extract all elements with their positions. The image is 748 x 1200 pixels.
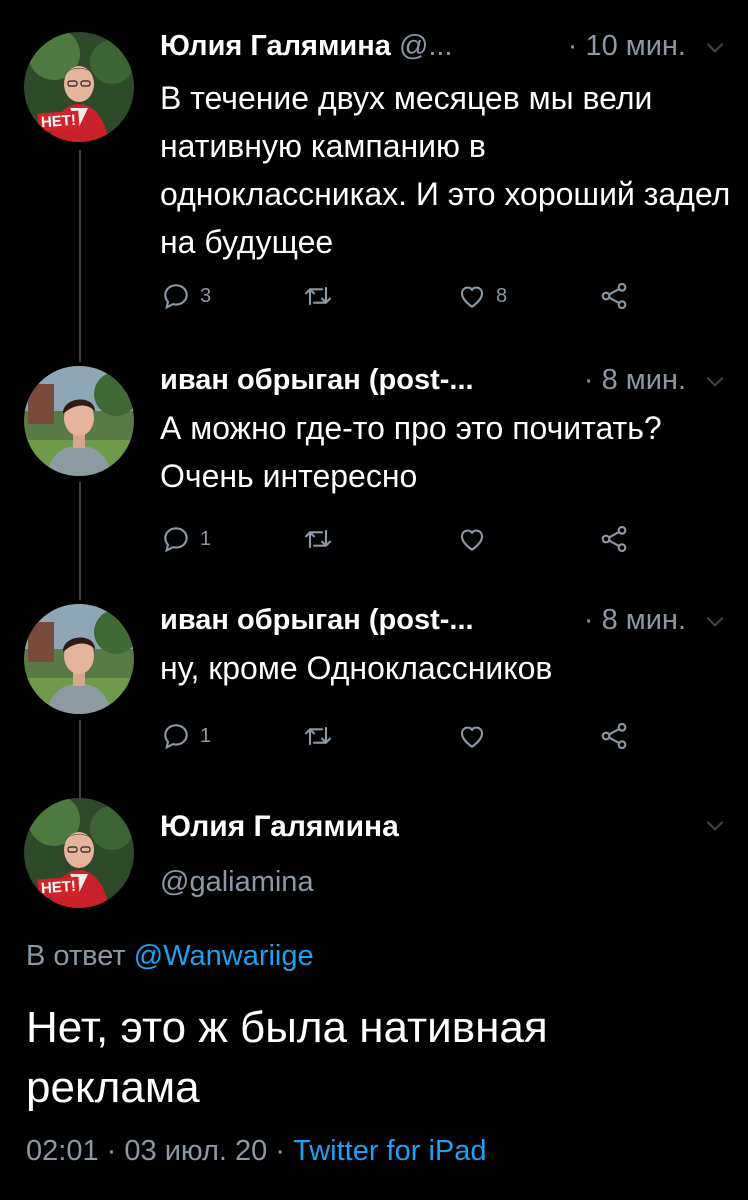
- avatar-badge: НЕТ!: [37, 110, 80, 133]
- author-name-text: иван обрыган (post-...: [160, 604, 474, 636]
- avatar[interactable]: НЕТ!: [24, 32, 134, 142]
- thread-connector: [79, 482, 81, 600]
- share-icon: [598, 720, 630, 752]
- like-count: 8: [496, 284, 508, 307]
- chevron-down-icon[interactable]: [702, 608, 728, 634]
- author-handle: @...: [398, 30, 453, 62]
- thread-connector: [79, 150, 81, 362]
- tweet-actions: 1: [160, 519, 640, 559]
- share-button[interactable]: [598, 276, 630, 316]
- tweet-time[interactable]: · 8 мин.: [584, 364, 686, 397]
- reply-icon: [160, 280, 192, 312]
- share-icon: [598, 280, 630, 312]
- share-button[interactable]: [598, 519, 630, 559]
- tweet-header: Юлия Галямина @... · 10 мин.: [160, 30, 728, 70]
- separator: ·: [106, 1135, 117, 1167]
- like-button[interactable]: [456, 519, 488, 559]
- thread-connector: [79, 720, 81, 798]
- author-name-text: иван обрыган (post-...: [160, 364, 474, 396]
- chevron-down-icon[interactable]: [702, 34, 728, 60]
- author-name[interactable]: иван обрыган (post-...: [160, 604, 474, 637]
- retweet-button[interactable]: [302, 276, 342, 316]
- tweet-time[interactable]: · 10 мин.: [568, 30, 686, 63]
- tweet-text: А можно где-то про это почитать? Очень и…: [160, 410, 662, 494]
- tweet-header: иван обрыган (post-... · 8 мин.: [160, 364, 728, 404]
- chevron-down-icon[interactable]: [702, 368, 728, 394]
- like-button[interactable]: 8: [456, 276, 507, 316]
- tweet-source-link[interactable]: Twitter for iPad: [293, 1135, 486, 1167]
- avatar[interactable]: НЕТ!: [24, 798, 134, 908]
- separator: ·: [275, 1135, 286, 1167]
- chevron-down-icon[interactable]: [702, 812, 728, 838]
- reply-button[interactable]: 1: [160, 716, 211, 756]
- author-handle[interactable]: @galiamina: [160, 866, 314, 899]
- retweet-icon: [302, 720, 334, 752]
- heart-icon: [456, 523, 488, 555]
- tweet-meta: 02:01 · 03 июл. 20 · Twitter for iPad: [26, 1135, 487, 1168]
- reply-icon: [160, 523, 192, 555]
- tweet-text: Нет, это ж была нативная реклама: [26, 1003, 548, 1112]
- avatar[interactable]: [24, 366, 134, 476]
- avatar[interactable]: [24, 604, 134, 714]
- retweet-button[interactable]: [302, 716, 334, 756]
- tweet-text: В течение двух месяцев мы вели нативную …: [160, 80, 731, 260]
- reply-button[interactable]: 1: [160, 519, 211, 559]
- tweet-date: 03 июл. 20: [124, 1135, 268, 1167]
- heart-icon: [456, 720, 488, 752]
- author-name-text: Юлия Галямина: [160, 30, 391, 62]
- heart-icon: [456, 280, 488, 312]
- reply-prefix: В ответ: [26, 940, 126, 972]
- like-button[interactable]: [456, 716, 488, 756]
- avatar-badge: НЕТ!: [37, 876, 80, 899]
- reply-count: 3: [200, 284, 212, 307]
- retweet-button[interactable]: [302, 519, 334, 559]
- retweet-icon: [302, 523, 334, 555]
- reply-to-link[interactable]: @Wanwariige: [134, 940, 314, 972]
- tweet-text: ну, кроме Одноклассников: [160, 650, 553, 686]
- reply-icon: [160, 720, 192, 752]
- share-icon: [598, 523, 630, 555]
- reply-button[interactable]: 3: [160, 276, 211, 316]
- tweet-header: иван обрыган (post-... · 8 мин.: [160, 604, 728, 644]
- author-name[interactable]: Юлия Галямина: [160, 810, 399, 844]
- reply-count: 1: [200, 527, 212, 550]
- retweet-icon: [302, 280, 334, 312]
- tweet-time: 02:01: [26, 1135, 99, 1167]
- author-name[interactable]: Юлия Галямина @...: [160, 30, 453, 63]
- tweet-actions: 3 8: [160, 276, 640, 316]
- share-button[interactable]: [598, 716, 630, 756]
- tweet-time[interactable]: · 8 мин.: [584, 604, 686, 637]
- reply-count: 1: [200, 724, 212, 747]
- author-name[interactable]: иван обрыган (post-...: [160, 364, 474, 397]
- reply-context: В ответ @Wanwariige: [26, 940, 314, 973]
- tweet-actions: 1: [160, 716, 640, 756]
